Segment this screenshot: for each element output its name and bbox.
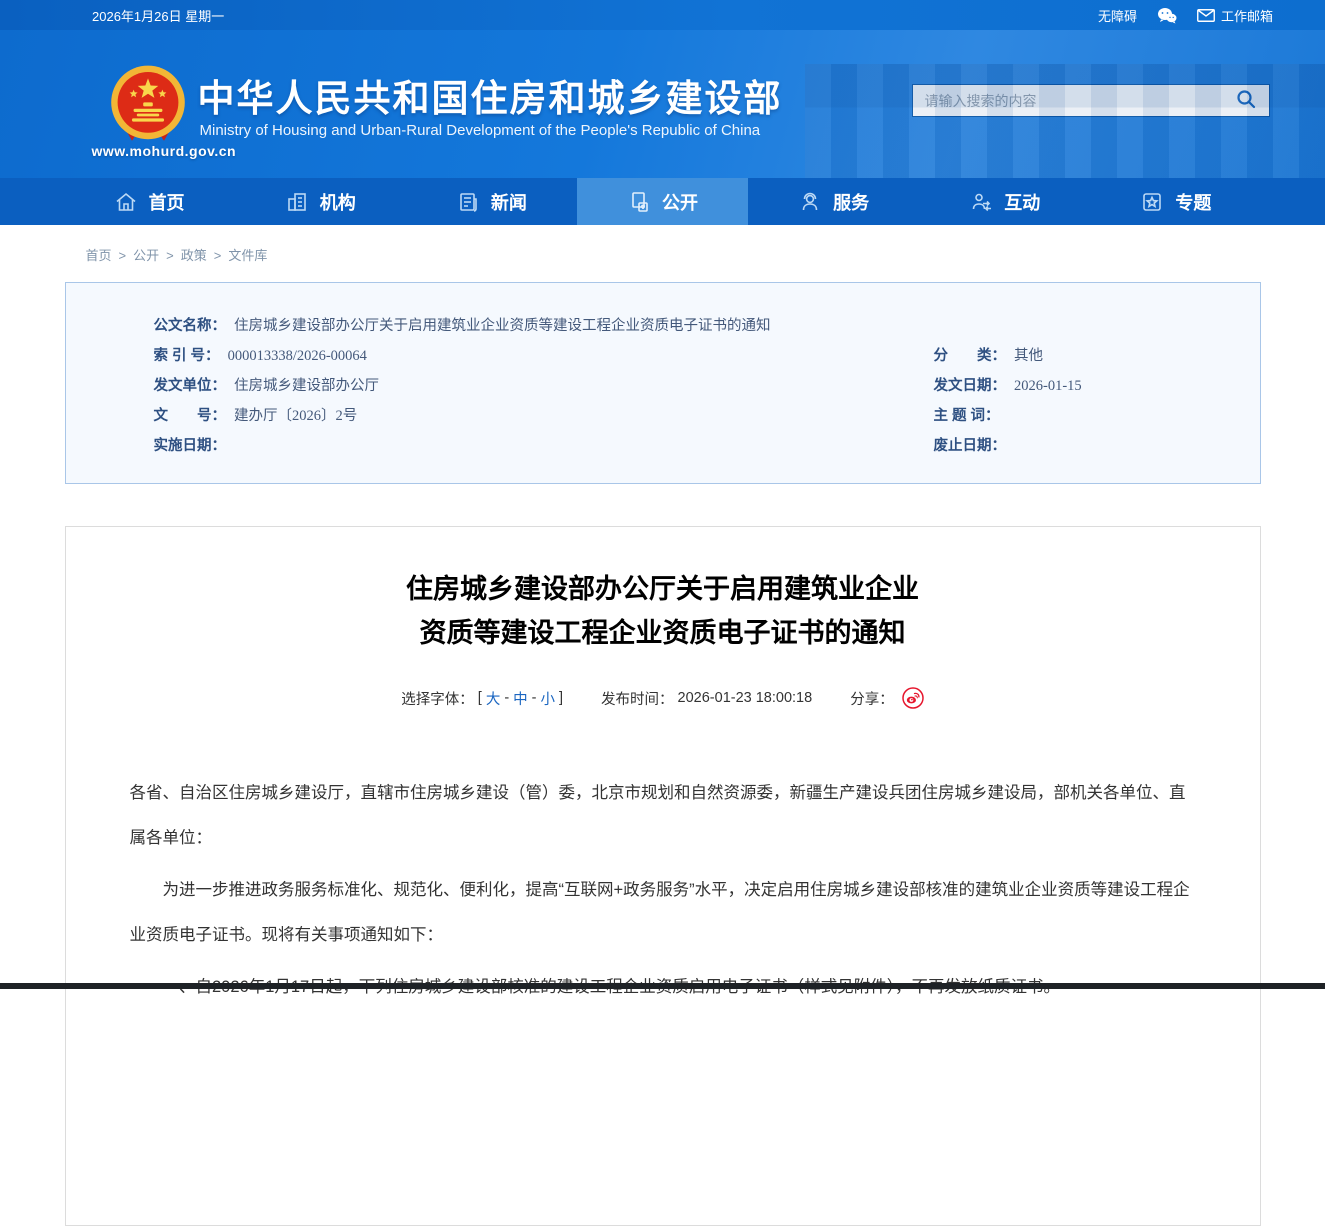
interaction-icon — [969, 190, 993, 214]
disclosure-icon — [627, 190, 651, 214]
breadcrumb-separator: > — [166, 248, 174, 263]
font-size-medium-link[interactable]: 中 — [513, 688, 528, 709]
font-size-small-link[interactable]: 小 — [541, 688, 556, 709]
footer-edge — [0, 983, 1325, 989]
home-icon — [114, 190, 138, 214]
meta-value: 其他 — [1014, 341, 1043, 371]
accessibility-label: 无障碍 — [1098, 6, 1137, 25]
meta-value: 000013338/2026-00064 — [228, 341, 367, 371]
breadcrumb-separator: > — [214, 248, 222, 263]
site-search — [912, 84, 1270, 117]
nav-item-news[interactable]: 新闻 — [406, 178, 577, 225]
bracket-open: [ — [478, 690, 482, 706]
weibo-icon[interactable] — [902, 687, 924, 709]
meta-label: 发文日期： — [934, 371, 1007, 401]
article-panel: 住房城乡建设部办公厅关于启用建筑业企业 资质等建设工程企业资质电子证书的通知 选… — [65, 526, 1261, 1226]
breadcrumb: 首页 > 公开 > 政策 > 文件库 — [64, 245, 1262, 264]
font-size-label: 选择字体： — [401, 688, 474, 709]
meta-label: 公文名称： — [154, 311, 227, 341]
work-mailbox-link[interactable]: 工作邮箱 — [1197, 6, 1273, 25]
document-metadata-panel: 公文名称： 住房城乡建设部办公厅关于启用建筑业企业资质等建设工程企业资质电子证书… — [65, 282, 1261, 484]
current-date: 2026年1月26日 星期一 — [92, 6, 224, 25]
building-icon — [285, 190, 309, 214]
nav-item-services[interactable]: 服务 — [748, 178, 919, 225]
share-group: 分享： — [850, 687, 924, 709]
article-title-line2: 资质等建设工程企业资质电子证书的通知 — [130, 611, 1196, 655]
publish-time-label: 发布时间： — [601, 688, 674, 709]
meta-value: 住房城乡建设部办公厅关于启用建筑业企业资质等建设工程企业资质电子证书的通知 — [234, 311, 771, 341]
breadcrumb-file-library[interactable]: 文件库 — [228, 248, 267, 263]
article-title: 住房城乡建设部办公厅关于启用建筑业企业 资质等建设工程企业资质电子证书的通知 — [130, 567, 1196, 655]
meta-issue-date: 发文日期： 2026-01-15 — [934, 371, 1260, 401]
topic-icon — [1140, 190, 1164, 214]
main-nav: 首页 机构 新闻 — [0, 178, 1325, 225]
meta-value: 建办厅〔2026〕2号 — [234, 401, 357, 431]
meta-value: 住房城乡建设部办公厅 — [234, 371, 379, 401]
breadcrumb-disclosure[interactable]: 公开 — [133, 248, 159, 263]
search-icon — [1236, 89, 1256, 112]
nav-label: 服务 — [833, 189, 869, 215]
work-mailbox-label: 工作邮箱 — [1221, 6, 1273, 25]
article-meta-row: 选择字体： [ 大 - 中 - 小 ] 发布时间： 2026-01-23 18:… — [130, 687, 1196, 709]
meta-label: 分 类： — [934, 341, 1007, 371]
meta-index-number: 索 引 号： 000013338/2026-00064 — [154, 341, 934, 371]
meta-label: 索 引 号： — [154, 341, 220, 371]
meta-doc-title: 公文名称： 住房城乡建设部办公厅关于启用建筑业企业资质等建设工程企业资质电子证书… — [154, 311, 771, 341]
news-icon — [456, 190, 480, 214]
site-url: www.mohurd.gov.cn — [92, 143, 237, 159]
meta-effective-date: 实施日期： — [154, 431, 934, 461]
font-size-separator: - — [504, 690, 509, 706]
nav-label: 机构 — [320, 189, 356, 215]
breadcrumb-policy[interactable]: 政策 — [181, 248, 207, 263]
nav-label: 新闻 — [491, 189, 527, 215]
font-size-separator: - — [532, 690, 537, 706]
meta-subject-words: 主 题 词： — [934, 401, 1260, 431]
article-body: 各省、自治区住房城乡建设厅，直辖市住房城乡建设（管）委，北京市规划和自然资源委，… — [130, 771, 1196, 1010]
meta-label: 发文单位： — [154, 371, 227, 401]
nav-label: 专题 — [1175, 189, 1211, 215]
meta-label: 实施日期： — [154, 431, 227, 461]
meta-issuing-unit: 发文单位： 住房城乡建设部办公厅 — [154, 371, 934, 401]
service-icon — [798, 190, 822, 214]
breadcrumb-home[interactable]: 首页 — [86, 248, 112, 263]
meta-doc-number: 文 号： 建办厅〔2026〕2号 — [154, 401, 934, 431]
top-utility-bar: 2026年1月26日 星期一 无障碍 工作邮箱 — [0, 0, 1325, 30]
search-button[interactable] — [1223, 85, 1269, 116]
meta-value: 2026-01-15 — [1014, 371, 1082, 401]
meta-category: 分 类： 其他 — [934, 341, 1260, 371]
nav-label: 互动 — [1004, 189, 1040, 215]
publish-time-value: 2026-01-23 18:00:18 — [678, 690, 813, 706]
nav-label: 公开 — [662, 189, 698, 215]
national-emblem — [108, 64, 188, 144]
site-header: www.mohurd.gov.cn 中华人民共和国住房和城乡建设部 Minist… — [0, 30, 1325, 178]
accessibility-link[interactable]: 无障碍 — [1098, 6, 1137, 25]
nav-item-home[interactable]: 首页 — [64, 178, 235, 225]
meta-label: 文 号： — [154, 401, 227, 431]
article-title-line1: 住房城乡建设部办公厅关于启用建筑业企业 — [130, 567, 1196, 611]
share-label: 分享： — [850, 688, 894, 709]
nav-label: 首页 — [149, 189, 185, 215]
font-size-large-link[interactable]: 大 — [486, 688, 501, 709]
bracket-close: ] — [559, 690, 563, 706]
font-size-selector: 选择字体： [ 大 - 中 - 小 ] — [401, 688, 563, 709]
mail-icon — [1197, 9, 1215, 22]
nav-item-organization[interactable]: 机构 — [235, 178, 406, 225]
site-title-english: Ministry of Housing and Urban-Rural Deve… — [200, 122, 761, 139]
wechat-icon[interactable] — [1157, 7, 1177, 24]
paragraph-salutation: 各省、自治区住房城乡建设厅，直辖市住房城乡建设（管）委，北京市规划和自然资源委，… — [130, 771, 1196, 861]
meta-repeal-date: 废止日期： — [934, 431, 1260, 461]
nav-item-disclosure[interactable]: 公开 — [577, 178, 748, 225]
publish-time-group: 发布时间： 2026-01-23 18:00:18 — [601, 688, 812, 709]
meta-label: 废止日期： — [934, 431, 1007, 461]
nav-item-topics[interactable]: 专题 — [1090, 178, 1261, 225]
paragraph-intro: 为进一步推进政务服务标准化、规范化、便利化，提高“互联网+政务服务”水平，决定启… — [130, 868, 1196, 958]
breadcrumb-separator: > — [119, 248, 127, 263]
search-input[interactable] — [913, 85, 1223, 116]
site-title: 中华人民共和国住房和城乡建设部 — [198, 68, 783, 122]
nav-item-interaction[interactable]: 互动 — [919, 178, 1090, 225]
meta-label: 主 题 词： — [934, 401, 1000, 431]
